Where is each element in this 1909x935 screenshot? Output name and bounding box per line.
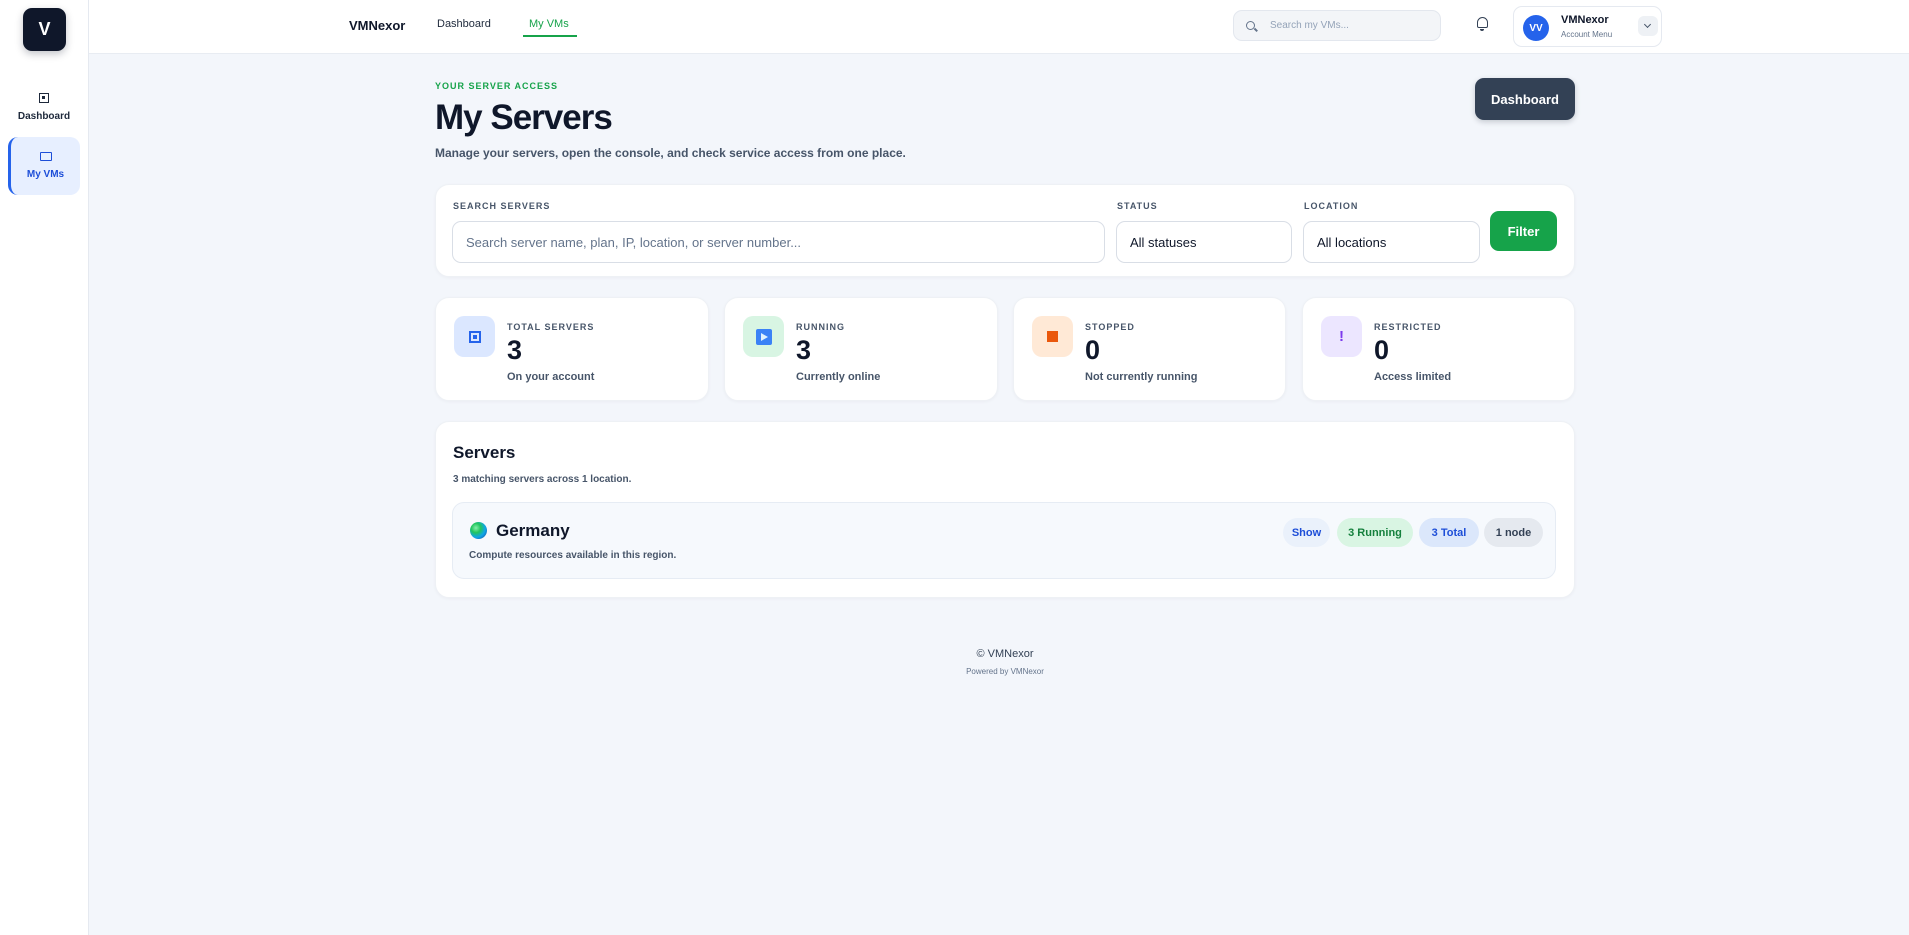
account-subtitle: Account Menu (1561, 30, 1613, 39)
location-label: LOCATION (1304, 201, 1359, 211)
region-name: Germany (496, 521, 570, 540)
servers-title: Servers (453, 443, 516, 462)
stat-card-running: RUNNING 3 Currently online (724, 297, 998, 401)
stat-note: Not currently running (1085, 371, 1198, 383)
alert-icon: ! (1321, 316, 1362, 357)
nav-link-dashboard[interactable]: Dashboard (437, 18, 491, 30)
sidebar-item-label: Dashboard (17, 110, 71, 122)
servers-subtitle: 3 matching servers across 1 location. (453, 474, 632, 485)
sidebar-item-my-vms[interactable]: My VMs (8, 137, 80, 195)
page-title: My Servers (435, 98, 613, 137)
app-logo[interactable]: V (23, 8, 66, 51)
stat-note: Access limited (1374, 371, 1452, 383)
stop-icon (1032, 316, 1073, 357)
play-icon (743, 316, 784, 357)
running-badge: 3 Running (1337, 518, 1413, 547)
brand-name[interactable]: VMNexor (349, 18, 405, 33)
filter-button[interactable]: Filter (1490, 211, 1557, 251)
search-icon (1246, 21, 1255, 30)
status-label: STATUS (1117, 201, 1158, 211)
footer-powered-by: Powered by VMNexor (966, 667, 1044, 676)
account-name: VMNexor (1561, 14, 1609, 26)
nav-link-my-vms[interactable]: My VMs (529, 18, 569, 30)
top-bar: VMNexor Dashboard My VMs VV VMNexor Acco… (89, 0, 1909, 54)
stat-card-total: TOTAL SERVERS 3 On your account (435, 297, 709, 401)
region-group-germany[interactable]: Germany Compute resources available in t… (452, 502, 1556, 579)
stat-card-restricted: ! RESTRICTED 0 Access limited (1302, 297, 1575, 401)
page-eyebrow: YOUR SERVER ACCESS (435, 81, 559, 91)
stat-value: 0 (1085, 335, 1101, 365)
chevron-down-icon[interactable] (1638, 16, 1658, 36)
avatar: VV (1523, 15, 1549, 41)
show-button[interactable]: Show (1283, 518, 1330, 547)
stat-label: RUNNING (796, 322, 845, 332)
page-subtitle: Manage your servers, open the console, a… (435, 146, 906, 160)
bell-icon[interactable] (1477, 17, 1488, 31)
status-select[interactable]: All statuses (1116, 221, 1292, 263)
footer-copyright: © VMNexor (976, 648, 1034, 660)
stat-value: 3 (507, 335, 523, 365)
stat-note: Currently online (796, 371, 881, 383)
server-icon (454, 316, 495, 357)
stat-value: 3 (796, 335, 812, 365)
total-badge: 3 Total (1419, 518, 1479, 547)
region-description: Compute resources available in this regi… (469, 550, 677, 561)
top-search-input[interactable] (1270, 11, 1435, 40)
stat-value: 0 (1374, 335, 1390, 365)
search-servers-label: SEARCH SERVERS (453, 201, 551, 211)
sidebar: V Dashboard My VMs (0, 0, 89, 935)
server-search-input[interactable] (452, 221, 1105, 263)
active-nav-indicator (523, 35, 577, 37)
globe-icon (470, 522, 487, 539)
sidebar-item-label: My VMs (26, 169, 65, 180)
stat-card-stopped: STOPPED 0 Not currently running (1013, 297, 1286, 401)
stat-label: TOTAL SERVERS (507, 322, 595, 332)
stat-note: On your account (507, 371, 595, 383)
account-menu[interactable]: VV VMNexor Account Menu (1513, 6, 1662, 47)
top-search-box (1233, 10, 1441, 41)
location-select[interactable]: All locations (1303, 221, 1480, 263)
dashboard-icon (39, 92, 49, 103)
sidebar-item-dashboard[interactable]: Dashboard (8, 78, 80, 136)
monitor-icon (39, 152, 52, 161)
stat-label: RESTRICTED (1374, 322, 1442, 332)
dashboard-button[interactable]: Dashboard (1475, 78, 1575, 120)
stat-label: STOPPED (1085, 322, 1135, 332)
node-badge: 1 node (1484, 518, 1543, 547)
